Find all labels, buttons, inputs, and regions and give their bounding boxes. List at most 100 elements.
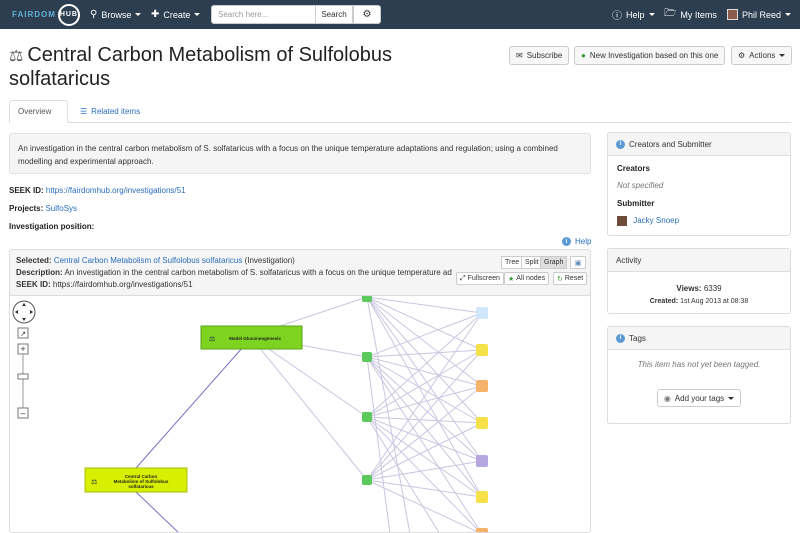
logo-badge: HUB xyxy=(57,3,80,26)
graph-canvas[interactable]: ↗ + – ⚖ Model Gluconeogenesis ⚖ Central … xyxy=(10,296,590,533)
view-graph-button[interactable]: Graph xyxy=(540,256,568,269)
seek-id-link[interactable]: https://fairdomhub.org/investigations/51 xyxy=(46,186,186,195)
fullscreen-button[interactable]: ⤢ Fullscreen xyxy=(456,272,504,285)
creators-panel-body: Creators Not specified Submitter Jacky S… xyxy=(608,156,790,234)
investigation-node-label-line3: solfataricus xyxy=(128,484,154,489)
seek-id-label: SEEK ID: xyxy=(9,186,44,195)
folder-icon: 🗁 xyxy=(664,8,677,19)
reset-button[interactable]: ↻ Reset xyxy=(553,272,588,285)
study-node[interactable] xyxy=(362,296,372,302)
actions-label: Actions xyxy=(749,51,776,60)
browse-menu[interactable]: ⚲ Browse xyxy=(90,0,142,29)
creators-panel: i Creators and Submitter Creators Not sp… xyxy=(607,132,791,236)
search-button[interactable]: Search xyxy=(315,5,353,24)
navbar: FAIRDOM HUB ⚲ Browse ✚ Create Search her… xyxy=(0,0,800,29)
position-label: Investigation position: xyxy=(9,222,95,231)
projects-link[interactable]: SulfoSys xyxy=(45,204,77,213)
creators-panel-title: Creators and Submitter xyxy=(629,139,712,149)
gear-icon: ⚙ xyxy=(362,9,372,20)
creators-value: Not specified xyxy=(617,181,664,190)
all-nodes-label: All nodes xyxy=(516,275,546,282)
pan-control[interactable] xyxy=(12,300,36,324)
chevron-down-icon xyxy=(785,13,792,16)
creators-label: Creators xyxy=(617,164,650,173)
expand-icon: ↗ xyxy=(20,331,26,338)
created-value: 1st Aug 2013 at 08:38 xyxy=(680,298,749,305)
description-box: An investigation in the central carbon m… xyxy=(9,133,591,174)
tags-empty-text: This item has not yet been tagged. xyxy=(637,360,761,369)
subscribe-button[interactable]: ✉ Subscribe xyxy=(509,46,570,65)
refresh-icon: ↻ xyxy=(557,275,563,283)
assay-node[interactable] xyxy=(476,491,488,503)
tab-related-items[interactable]: ☰ Related items xyxy=(72,100,148,123)
create-menu[interactable]: ✚ Create xyxy=(151,0,201,29)
chevron-down-icon xyxy=(135,13,142,16)
avatar xyxy=(617,216,627,226)
user-menu[interactable]: Phil Reed xyxy=(727,0,792,29)
study-node[interactable] xyxy=(362,352,372,362)
assay-node[interactable] xyxy=(476,455,488,467)
study-node[interactable] xyxy=(362,412,372,422)
model-node-icon: ⚖ xyxy=(209,335,215,343)
my-items-label: My Items xyxy=(680,9,717,20)
projects-row: Projects: SulfoSys xyxy=(9,204,77,213)
chevron-down-icon xyxy=(194,13,201,16)
search-icon: ⚲ xyxy=(90,9,98,20)
created-label: Created: xyxy=(649,298,679,305)
logo-text: FAIRDOM xyxy=(12,10,56,19)
add-tags-button[interactable]: ◉ Add your tags xyxy=(656,389,742,407)
selected-label: Selected: xyxy=(16,256,52,265)
tags-panel: i Tags This item has not yet been tagged… xyxy=(607,326,791,424)
fairdomhub-logo[interactable]: FAIRDOM HUB xyxy=(12,3,80,26)
seek-id-row: SEEK ID: https://fairdomhub.org/investig… xyxy=(9,186,186,195)
help-label: Help xyxy=(626,9,645,20)
page-title-text: Central Carbon Metabolism of Sulfolobus … xyxy=(9,44,392,90)
view-tree-button[interactable]: Tree xyxy=(501,256,524,269)
chevron-down-icon xyxy=(648,13,655,16)
nodes-icon: ★ xyxy=(508,275,515,283)
search-input[interactable]: Search here... xyxy=(211,5,316,24)
user-name: Phil Reed xyxy=(742,9,782,20)
my-items-link[interactable]: 🗁 My Items xyxy=(664,0,717,29)
image-view-button[interactable]: ▣ xyxy=(570,256,586,269)
create-label: Create xyxy=(163,9,191,20)
info-icon: i xyxy=(562,237,571,246)
reset-label: Reset xyxy=(564,275,584,282)
tags-panel-header: i Tags xyxy=(608,327,790,350)
minus-icon: – xyxy=(20,408,25,418)
gear-icon: ⚙ xyxy=(738,51,746,60)
created-row: Created: 1st Aug 2013 at 08:38 xyxy=(617,298,781,305)
submitter-row: Jacky Snoep xyxy=(617,216,781,226)
chevron-down-icon xyxy=(779,54,786,57)
help-menu[interactable]: ⓘ Help xyxy=(612,0,655,29)
graph-info: Selected: Central Carbon Metabolism of S… xyxy=(10,250,590,296)
page-title: ⚖ Central Carbon Metabolism of Sulfolobus… xyxy=(9,44,429,91)
tags-panel-body: This item has not yet been tagged. ◉ Add… xyxy=(608,350,790,415)
subscribe-icon: ✉ xyxy=(516,51,523,60)
submitter-link[interactable]: Jacky Snoep xyxy=(633,216,679,225)
tags-panel-title: Tags xyxy=(629,333,646,343)
subscribe-label: Subscribe xyxy=(526,51,563,60)
actions-button[interactable]: ⚙ Actions xyxy=(731,46,793,65)
new-investigation-button[interactable]: ● New Investigation based on this one xyxy=(574,46,726,65)
list-icon: ☰ xyxy=(80,107,88,116)
tab-overview[interactable]: Overview xyxy=(9,100,68,123)
avatar xyxy=(727,9,738,20)
search-settings-button[interactable]: ⚙ xyxy=(353,5,381,24)
edge-investigation-model xyxy=(135,346,244,469)
study-node[interactable] xyxy=(362,475,372,485)
assay-node[interactable] xyxy=(476,380,488,392)
graph-panel: Selected: Central Carbon Metabolism of S… xyxy=(9,249,591,533)
selected-line: Selected: Central Carbon Metabolism of S… xyxy=(16,256,452,265)
activity-panel-header: Activity xyxy=(608,249,790,272)
image-icon: ▣ xyxy=(574,259,582,267)
selected-link[interactable]: Central Carbon Metabolism of Sulfolobus … xyxy=(54,256,243,265)
assay-node[interactable] xyxy=(476,417,488,429)
all-nodes-button[interactable]: ★ All nodes xyxy=(504,272,550,285)
assay-node[interactable] xyxy=(476,307,488,319)
assay-node[interactable] xyxy=(476,528,488,533)
help-link[interactable]: i Help xyxy=(562,237,591,246)
zoom-slider-handle[interactable] xyxy=(17,373,29,380)
views-value: 6339 xyxy=(703,284,722,293)
assay-node[interactable] xyxy=(476,344,488,356)
